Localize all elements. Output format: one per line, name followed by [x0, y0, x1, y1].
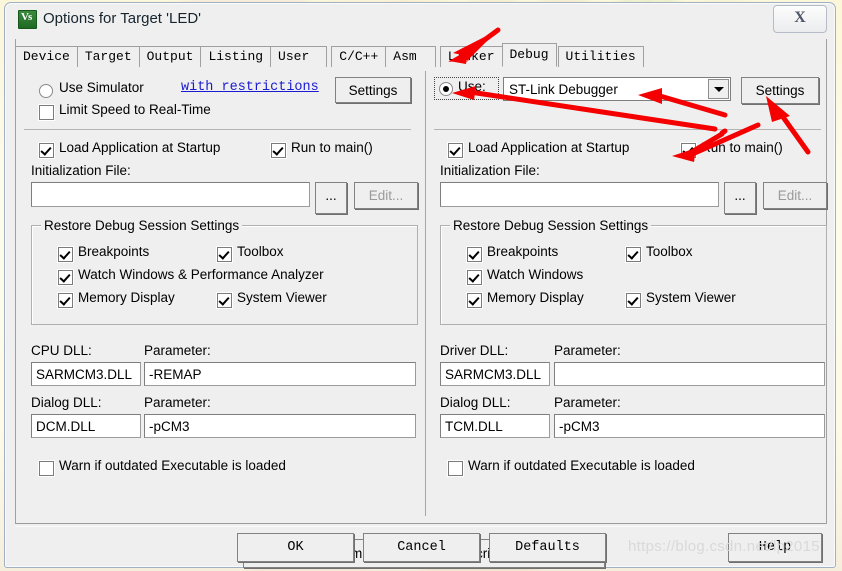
debugger-settings-button[interactable]: Settings [741, 77, 819, 104]
use-debugger-radio[interactable] [439, 82, 453, 96]
driver-parameter-input[interactable] [554, 362, 825, 386]
driver-dll-input[interactable]: SARMCM3.DLL [440, 362, 550, 386]
load-app-label: Load Application at Startup [468, 140, 630, 155]
tab-user[interactable]: User [270, 46, 328, 68]
driver-dll-label: Driver DLL: [440, 343, 509, 358]
defaults-button[interactable]: Defaults [489, 533, 606, 562]
dialog-dll-label: Dialog DLL: [31, 395, 102, 410]
restore-system-viewer-label: System Viewer [237, 290, 327, 305]
init-file-edit-button: Edit... [763, 182, 827, 209]
restore-memory-display-label: Memory Display [78, 290, 175, 305]
tab-c-cpp[interactable]: C/C++ [331, 46, 387, 68]
init-file-browse-button[interactable]: ... [724, 182, 756, 214]
restore-watch-windows-checkbox[interactable] [467, 270, 482, 285]
cancel-button[interactable]: Cancel [363, 533, 480, 562]
limit-speed-checkbox[interactable] [39, 105, 54, 120]
debug-page: Use Simulator with restrictions Settings… [16, 67, 827, 568]
title-bar: Vs Options for Target 'LED' X [5, 3, 835, 37]
section-separator [434, 129, 821, 130]
cpu-parameter-label: Parameter: [144, 343, 211, 358]
driver-parameter-label: Parameter: [554, 343, 621, 358]
warn-outdated-checkbox[interactable] [448, 461, 463, 476]
debugger-select[interactable]: ST-Link Debugger [503, 77, 731, 101]
restore-session-title: Restore Debug Session Settings [41, 218, 243, 233]
tab-bar: Device Target Output Listing User C/C++ … [15, 43, 644, 68]
debugger-select-value: ST-Link Debugger [509, 81, 618, 97]
restore-system-viewer-checkbox[interactable] [626, 293, 641, 308]
restore-system-viewer-label: System Viewer [646, 290, 736, 305]
init-file-input[interactable] [440, 182, 719, 207]
warn-outdated-label: Warn if outdated Executable is loaded [468, 458, 695, 473]
load-app-label: Load Application at Startup [59, 140, 221, 155]
dialog-dll-label: Dialog DLL: [440, 395, 511, 410]
warn-outdated-checkbox[interactable] [39, 461, 54, 476]
tab-utilities[interactable]: Utilities [557, 46, 644, 68]
tab-asm[interactable]: Asm [385, 46, 436, 68]
help-button[interactable]: Help [728, 533, 822, 562]
dialog-parameter-input[interactable]: -pCM3 [554, 414, 825, 438]
chevron-down-icon[interactable] [708, 79, 729, 99]
tab-device[interactable]: Device [15, 46, 78, 68]
dialog-dll-input[interactable]: TCM.DLL [440, 414, 550, 438]
init-file-browse-button[interactable]: ... [315, 182, 347, 214]
close-icon: X [794, 9, 806, 26]
keil-uvision-icon: Vs [18, 10, 37, 29]
restore-watch-windows-label: Watch Windows [487, 267, 584, 282]
simulator-settings-button[interactable]: Settings [335, 77, 411, 103]
dialog-parameter-label: Parameter: [554, 395, 621, 410]
tab-linker[interactable]: Linker [439, 46, 503, 68]
restore-watch-windows-label: Watch Windows & Performance Analyzer [78, 267, 324, 282]
run-to-main-checkbox[interactable] [681, 143, 696, 158]
simulator-panel: Use Simulator with restrictions Settings… [18, 67, 418, 522]
restore-breakpoints-label: Breakpoints [487, 244, 559, 259]
restore-toolbox-checkbox[interactable] [626, 247, 641, 262]
use-simulator-radio[interactable] [39, 84, 53, 98]
warn-outdated-label: Warn if outdated Executable is loaded [59, 458, 286, 473]
restore-breakpoints-checkbox[interactable] [467, 247, 482, 262]
page-title: Options for Target 'LED' [43, 10, 202, 27]
init-file-edit-button: Edit... [354, 182, 418, 209]
with-restrictions-link[interactable]: with restrictions [181, 80, 319, 95]
restore-toolbox-label: Toolbox [646, 244, 693, 259]
restore-system-viewer-checkbox[interactable] [217, 293, 232, 308]
dialog-parameter-input[interactable]: -pCM3 [144, 414, 416, 438]
restore-memory-display-checkbox[interactable] [58, 293, 73, 308]
tab-listing[interactable]: Listing [200, 46, 272, 68]
dialog-dll-input[interactable]: DCM.DLL [31, 414, 141, 438]
init-file-label: Initialization File: [440, 163, 540, 178]
section-separator [24, 129, 411, 130]
restore-watch-windows-checkbox[interactable] [58, 270, 73, 285]
close-button[interactable]: X [773, 5, 827, 33]
run-to-main-label: Run to main() [291, 140, 373, 155]
cpu-dll-label: CPU DLL: [31, 343, 92, 358]
tab-target[interactable]: Target [76, 46, 140, 68]
restore-toolbox-checkbox[interactable] [217, 247, 232, 262]
load-app-checkbox[interactable] [448, 143, 463, 158]
restore-breakpoints-label: Breakpoints [78, 244, 150, 259]
dialog-parameter-label: Parameter: [144, 395, 211, 410]
ok-button[interactable]: OK [237, 533, 354, 562]
cpu-dll-input[interactable]: SARMCM3.DLL [31, 362, 141, 386]
cpu-parameter-input[interactable]: -REMAP [144, 362, 416, 386]
restore-toolbox-label: Toolbox [237, 244, 284, 259]
init-file-label: Initialization File: [31, 163, 131, 178]
restore-breakpoints-checkbox[interactable] [58, 247, 73, 262]
tab-debug[interactable]: Debug [501, 43, 557, 67]
options-dialog: Vs Options for Target 'LED' X Device Tar… [4, 2, 836, 568]
run-to-main-checkbox[interactable] [271, 143, 286, 158]
footer-separator [15, 523, 825, 527]
load-app-checkbox[interactable] [39, 143, 54, 158]
panel-divider [425, 71, 426, 516]
limit-speed-label: Limit Speed to Real-Time [59, 102, 211, 117]
init-file-input[interactable] [31, 182, 310, 207]
restore-session-title: Restore Debug Session Settings [450, 218, 652, 233]
restore-memory-display-label: Memory Display [487, 290, 584, 305]
tab-output[interactable]: Output [138, 46, 202, 68]
restore-memory-display-checkbox[interactable] [467, 293, 482, 308]
run-to-main-label: Run to main() [701, 140, 783, 155]
debugger-panel: Use: ST-Link Debugger Settings Load Appl… [430, 67, 830, 522]
use-simulator-label: Use Simulator [59, 80, 144, 95]
use-label: Use: [458, 79, 486, 94]
